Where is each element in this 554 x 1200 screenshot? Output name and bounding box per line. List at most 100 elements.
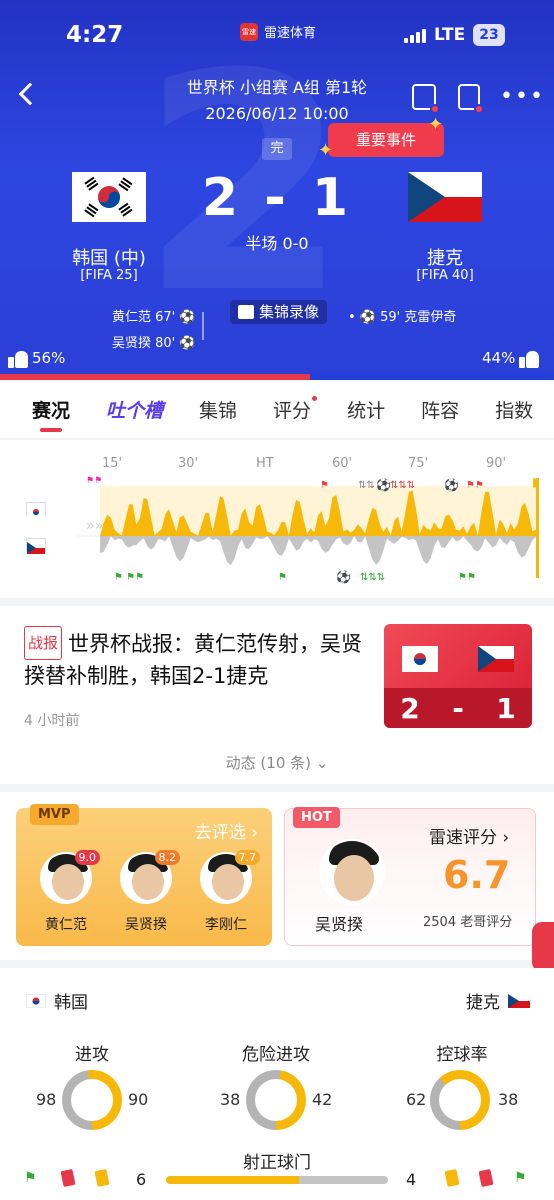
rating-badge: 7.7 (234, 850, 260, 865)
player-name: 黄仁范 (45, 917, 87, 933)
status-time: 4:27 (66, 22, 124, 48)
stats-section: 韩国 捷克 进攻 98 90 危险进攻 38 42 控球率 62 38 射正球门… (0, 968, 554, 1200)
more-updates-button[interactable]: 动态 (10 条) ⌄ (0, 752, 554, 773)
home-flag-icon (402, 646, 438, 672)
news-thumbnail-score: 2-1 (384, 688, 532, 728)
news-title[interactable]: 战报 世界杯战报：黄仁范传射，吴贤揆替补制胜，韩国2-1捷克 (24, 626, 364, 692)
shots-away-value: 4 (406, 1170, 417, 1189)
goal-icon: ⚽ (375, 478, 391, 492)
home-team-name[interactable]: 韩国 (中) (44, 244, 174, 270)
mvp-rating-section: MVP 去评选 › 9.0 黄仁范 8.2 吴贤揆 7.7 李刚仁 HOT 吴贤… (0, 792, 554, 960)
cast-icon[interactable] (458, 84, 484, 114)
tab-odds[interactable]: 指数 (495, 396, 533, 423)
corner-icon: ⚑⚑ (466, 480, 484, 491)
current-time-marker (536, 478, 539, 578)
timeline-tick: 15' (102, 456, 123, 471)
corner-icon: ⚑⚑ (86, 476, 102, 486)
tab-overview[interactable]: 赛况 (32, 396, 70, 432)
corner-icon: ⚑ ⚑⚑ (114, 572, 144, 583)
video-icon (238, 305, 254, 319)
signal-icon (404, 27, 426, 43)
feedback-tab[interactable] (532, 922, 554, 972)
shots-on-target-label: 射正球门 (243, 1153, 311, 1173)
timeline-tick: 75' (408, 456, 429, 471)
news-tag: 战报 (24, 626, 63, 660)
player-name: 吴贤揆 (125, 917, 167, 933)
mvp-player[interactable]: 7.7 李刚仁 (186, 850, 266, 934)
goal-icon: ⚽ (443, 478, 459, 492)
rating-card[interactable]: HOT 吴贤揆 雷速评分 › 6.7 2504 老哥评分 (284, 807, 536, 946)
sparkle-icon: ✦ (318, 140, 334, 161)
stat-home-value: 62 (406, 1090, 427, 1109)
away-flag-icon (26, 538, 46, 554)
tab-lineup[interactable]: 阵容 (421, 396, 459, 423)
app-logo-icon: 雷速 (240, 22, 258, 41)
away-goal-event: • ⚽ 59' 克雷伊奇 (348, 310, 457, 325)
stat-home-value: 38 (220, 1090, 241, 1109)
tab-stats[interactable]: 统计 (347, 396, 385, 423)
stat-donut (430, 1070, 490, 1130)
news-card[interactable]: 战报 世界杯战报：黄仁范传射，吴贤揆替补制胜，韩国2-1捷克 4 小时前 2-1 … (0, 606, 554, 784)
tab-bar: 赛况 吐个槽 集锦 评分 统计 阵容 指数 (0, 380, 554, 438)
substitution-icon: ⇅⇅ (358, 480, 375, 491)
home-goal-event: 黄仁范 67' ⚽ (112, 310, 196, 325)
red-dot-icon (312, 395, 318, 401)
highlights-button[interactable]: 集锦录像 (230, 300, 328, 324)
sparkle-icon: ✦ (428, 114, 444, 135)
home-flag-icon (26, 993, 46, 1008)
tab-comments[interactable]: 吐个槽 (106, 396, 163, 423)
corner-icon: ⚑⚑ (458, 572, 476, 583)
stat-label: 控球率 (436, 1045, 488, 1065)
stat-away-value: 90 (128, 1090, 149, 1109)
stat-label: 进攻 (75, 1045, 109, 1065)
player-name: 吴贤揆 (315, 915, 364, 934)
chevron-right-icon: »» (86, 518, 103, 534)
home-team-label: 韩国 (26, 988, 88, 1013)
momentum-timeline[interactable]: 15' 30' HT 60' 75' 90' »» ⚑⚑ ⚑ ⇅⇅ ⚽ ⇅⇅⇅ … (0, 440, 554, 598)
home-goal-event: 吴贤揆 80' ⚽ (112, 336, 196, 351)
important-events-button[interactable]: 重要事件 (328, 123, 444, 157)
goal-icon: ⚽ (335, 570, 351, 584)
mvp-player[interactable]: 8.2 吴贤揆 (106, 850, 186, 934)
event-connector (202, 312, 204, 340)
stat-away-value: 38 (498, 1090, 519, 1109)
away-team-rank: [FIFA 40] (416, 268, 474, 283)
network-label: LTE (434, 25, 466, 45)
away-support[interactable]: 44% (482, 348, 540, 368)
home-flag-icon (26, 502, 46, 518)
away-flag-icon (478, 646, 514, 672)
home-support[interactable]: 56% (8, 348, 65, 368)
timeline-tick: 60' (332, 456, 353, 471)
momentum-chart: »» ⚑⚑ ⚑ ⇅⇅ ⚽ ⇅⇅⇅ ⚽ ⚑⚑ ▮ ⚑ ⚑⚑ ⚑ ⚽ ⇅⇅⇅ ⚑⚑ (78, 475, 539, 584)
timeline-tick: 30' (178, 456, 199, 471)
stat-away-value: 42 (312, 1090, 333, 1109)
rating-score: 6.7 (443, 853, 511, 897)
timeline-tick: HT (256, 456, 274, 471)
vote-link[interactable]: 去评选 › (195, 818, 258, 843)
tab-highlights[interactable]: 集锦 (199, 396, 237, 423)
thumbs-up-icon (519, 348, 540, 368)
mvp-player[interactable]: 9.0 黄仁范 (26, 850, 106, 934)
corner-icon: ⚑ (278, 572, 287, 583)
avatar (319, 839, 385, 905)
stat-donut (246, 1070, 306, 1130)
away-flag-icon (508, 993, 530, 1008)
news-time: 4 小时前 (24, 713, 80, 729)
home-team-rank: [FIFA 25] (80, 268, 138, 283)
player-name: 李刚仁 (205, 917, 247, 933)
away-team-label: 捷克 (466, 988, 530, 1013)
stat-label: 危险进攻 (242, 1045, 310, 1065)
calendar-icon[interactable] (412, 84, 440, 114)
more-icon[interactable]: ••• (500, 84, 545, 109)
rating-title[interactable]: 雷速评分 › (429, 823, 509, 848)
away-team-name[interactable]: 捷克 (380, 244, 510, 270)
battery-icon: 23 (473, 24, 505, 46)
tab-ratings[interactable]: 评分 (273, 395, 318, 423)
news-thumbnail[interactable]: 2-1 (384, 624, 532, 728)
substitution-icon: ⇅⇅⇅ (390, 480, 415, 491)
thumbs-up-icon (8, 348, 28, 368)
mvp-card[interactable]: MVP 去评选 › 9.0 黄仁范 8.2 吴贤揆 7.7 李刚仁 (16, 804, 272, 946)
yellow-card-icon: ▮ (532, 475, 539, 489)
app-name: 雷速体育 (264, 26, 317, 41)
rating-badge: 8.2 (154, 850, 180, 865)
